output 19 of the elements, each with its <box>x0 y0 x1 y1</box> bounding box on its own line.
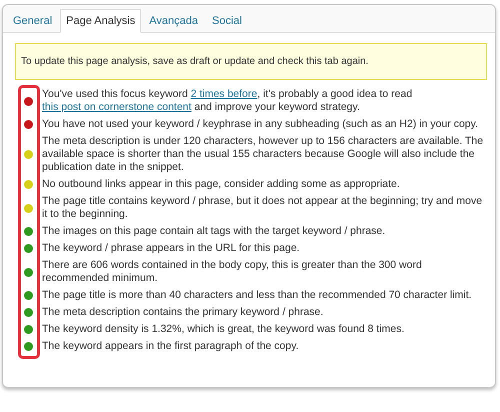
tab[interactable]: Avançada <box>143 9 204 33</box>
result-text: The meta description contains the primary keyword / phrase. <box>41 306 324 319</box>
text-link[interactable]: 2 times before <box>190 88 258 100</box>
tab[interactable]: General <box>7 9 58 33</box>
tab[interactable]: Social <box>206 9 248 33</box>
result-text: The page title is more than 40 characters and less than the recommended 70 character limit. <box>41 289 472 302</box>
result-text: The keyword appears in the first paragraph of the copy. <box>41 340 299 353</box>
result-text: The keyword density is 1.32%, which is great, the keyword was found 8 times. <box>41 323 404 336</box>
result-text: You have not used your keyword / keyphrase in any subheading (such as an H2) in your copy. <box>41 118 478 131</box>
result-text: The page title contains keyword / phrase, but it does not appear at the beginning; try and move it to the beginning. <box>41 195 484 221</box>
text-link[interactable]: this post on cornerstone content <box>42 101 192 113</box>
result-text: The meta description is under 120 characters, however up to 156 characters are available. The available space is shorter than the usual 155 characters because Google will also include the publication date in the snippet. <box>41 135 484 174</box>
result-text: The images on this page contain alt tags with the target keyword / phrase. <box>41 225 386 238</box>
result-text: The keyword / phrase appears in the URL for this page. <box>41 242 300 255</box>
result-text: No outbound links appear in this page, consider adding some as appropriate. <box>41 178 400 191</box>
tab[interactable]: Page Analysis <box>60 9 142 33</box>
result-text: There are 606 words contained in the body copy, this is greater than the 300 word recommended minimum. <box>41 259 423 285</box>
notice-message: To update this page analysis, save as draft or update and check this tab again. <box>15 43 487 80</box>
result-text: You've used this focus keyword 2 times before, it's probably a good idea to read this post on cornerstone content and improve your keyword strategy. <box>41 88 414 114</box>
